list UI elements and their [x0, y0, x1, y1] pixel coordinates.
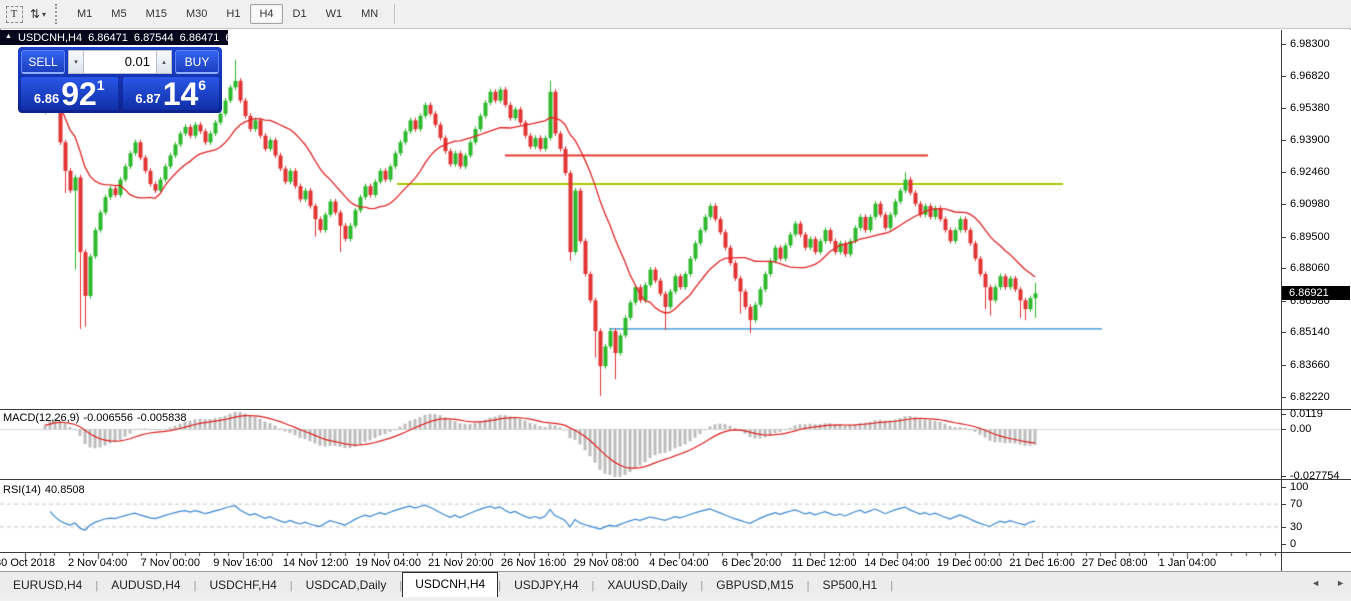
- timeframe-button-d1[interactable]: D1: [284, 4, 316, 24]
- time-axis-label: 21 Nov 20:00: [428, 557, 493, 569]
- time-axis-label: 6 Dec 20:00: [722, 557, 781, 569]
- timeframe-button-m1[interactable]: M1: [68, 4, 101, 24]
- chart-tab-sp500-h1[interactable]: SP500,H1: [810, 574, 891, 597]
- arrange-windows-button[interactable]: ⇅ ▾: [27, 4, 49, 24]
- volume-input[interactable]: 0.01: [84, 50, 156, 74]
- rsi-axis-label: 70: [1290, 498, 1302, 510]
- buy-price-prefix: 6.87: [135, 91, 160, 106]
- sell-price[interactable]: 6.86 92 1: [21, 77, 118, 110]
- price-axis-label: 6.95380: [1290, 102, 1330, 114]
- chart-title-bar: ▲ USDCNH,H4 6.86471 6.87544 6.86471 6.86…: [0, 30, 228, 45]
- chart-tab-gbpusd-m15[interactable]: GBPUSD,M15: [703, 574, 806, 597]
- timeframe-button-m5[interactable]: M5: [102, 4, 135, 24]
- timeframe-button-h4[interactable]: H4: [250, 4, 282, 24]
- volume-stepper: ▾ 0.01 ▴: [68, 50, 172, 74]
- price-axis-label: 6.93900: [1290, 134, 1330, 146]
- tab-scroll-left-button[interactable]: ◄: [1311, 578, 1320, 588]
- volume-increase-button[interactable]: ▴: [156, 50, 172, 74]
- timeframe-button-m15[interactable]: M15: [137, 4, 176, 24]
- time-axis-label: 11 Dec 12:00: [792, 557, 857, 569]
- tab-separator: |: [890, 580, 893, 597]
- time-axis-label: 29 Nov 08:00: [573, 557, 638, 569]
- chevron-down-icon: ▾: [42, 10, 46, 19]
- time-axis-label: 21 Dec 16:00: [1009, 557, 1074, 569]
- current-price-tag: 6.86921: [1282, 286, 1350, 300]
- pane-border-rsi-time: [0, 552, 1351, 553]
- time-axis-label: 1 Jan 04:00: [1159, 557, 1217, 569]
- time-axis-label: 27 Dec 08:00: [1082, 557, 1147, 569]
- chart-tab-audusd-h4[interactable]: AUDUSD,H4: [98, 574, 193, 597]
- collapse-panel-icon[interactable]: ▲: [5, 33, 12, 40]
- sell-price-sup: 1: [97, 77, 105, 93]
- rsi-label: RSI(14)40.8508: [3, 484, 89, 496]
- pane-border-macd-rsi[interactable]: [0, 479, 1351, 480]
- time-axis-label: 19 Nov 04:00: [356, 557, 421, 569]
- pane-border-main-macd[interactable]: [0, 409, 1351, 410]
- volume-decrease-button[interactable]: ▾: [68, 50, 84, 74]
- text-tool-icon: T: [6, 6, 23, 23]
- chart-tab-usdcad-daily[interactable]: USDCAD,Daily: [293, 574, 400, 597]
- tab-scroll-right-button[interactable]: ►: [1336, 578, 1345, 588]
- buy-price-big: 14: [163, 79, 199, 109]
- toolbar-grip[interactable]: [55, 4, 61, 24]
- ohlc-high: 6.87544: [134, 32, 174, 44]
- rsi-axis-label: 0: [1290, 538, 1296, 550]
- chart-tab-usdchf-h4[interactable]: USDCHF,H4: [196, 574, 289, 597]
- price-axis-label: 6.89500: [1290, 231, 1330, 243]
- price-axis-label: 6.83660: [1290, 359, 1330, 371]
- ohlc-open: 6.86471: [88, 32, 128, 44]
- timeframe-toolbar: M1M5M15M30H1H4D1W1MN: [68, 4, 387, 24]
- price-axis-label: 6.82220: [1290, 391, 1330, 403]
- price-axis-label: 6.92460: [1290, 166, 1330, 178]
- macd-axis-label: 0.00: [1290, 423, 1311, 435]
- sell-button[interactable]: SELL: [21, 50, 65, 74]
- time-axis-label: 26 Nov 16:00: [501, 557, 566, 569]
- time-axis-label: 14 Nov 12:00: [283, 557, 348, 569]
- time-axis-label: 14 Dec 04:00: [864, 557, 929, 569]
- time-axis-label: 7 Nov 00:00: [141, 557, 200, 569]
- toolbar-separator: [394, 4, 395, 24]
- arrange-icon: ⇅: [30, 7, 40, 21]
- sell-price-prefix: 6.86: [34, 91, 59, 106]
- time-axis-label: 19 Dec 00:00: [937, 557, 1002, 569]
- timeframe-button-mn[interactable]: MN: [352, 4, 387, 24]
- price-axis-label: 6.98300: [1290, 38, 1330, 50]
- tab-scroll-controls: ◄ ►: [1311, 578, 1345, 588]
- buy-price-sup: 6: [198, 77, 206, 93]
- chart-tab-usdcnh-h4[interactable]: USDCNH,H4: [402, 572, 498, 597]
- chart-tab-usdjpy-h4[interactable]: USDJPY,H4: [501, 574, 591, 597]
- chart-area: ▲ USDCNH,H4 6.86471 6.87544 6.86471 6.86…: [0, 30, 1351, 571]
- time-axis-label: 4 Dec 04:00: [649, 557, 708, 569]
- price-axis-label: 6.90980: [1290, 198, 1330, 210]
- price-axis-label: 6.85140: [1290, 326, 1330, 338]
- buy-button[interactable]: BUY: [175, 50, 219, 74]
- time-axis-label: 2 Nov 04:00: [68, 557, 127, 569]
- text-tool-button[interactable]: T: [3, 4, 25, 24]
- price-axis-label: 6.96820: [1290, 70, 1330, 82]
- top-toolbar: T ⇅ ▾ M1M5M15M30H1H4D1W1MN: [0, 0, 1351, 29]
- chart-tab-eurusd-h4[interactable]: EURUSD,H4: [0, 574, 95, 597]
- one-click-trading-panel: SELL ▾ 0.01 ▴ BUY 6.86 92 1 6.87 14 6: [18, 47, 222, 113]
- timeframe-button-m30[interactable]: M30: [177, 4, 216, 24]
- macd-label: MACD(12,26,9)-0.006556-0.005838: [3, 412, 191, 424]
- buy-price[interactable]: 6.87 14 6: [123, 77, 220, 110]
- ohlc-close: 6.86921: [225, 32, 265, 44]
- rsi-axis-label: 30: [1290, 521, 1302, 533]
- timeframe-button-h1[interactable]: H1: [217, 4, 249, 24]
- price-axis-border: [1281, 30, 1282, 571]
- ohlc-low: 6.86471: [180, 32, 220, 44]
- mt4-window: T ⇅ ▾ M1M5M15M30H1H4D1W1MN ▲ USDCNH,H4 6…: [0, 0, 1351, 601]
- chart-tab-xauusd-daily[interactable]: XAUUSD,Daily: [594, 574, 700, 597]
- chart-symbol-label: USDCNH,H4: [18, 32, 82, 44]
- chart-tab-bar: EURUSD,H4|AUDUSD,H4|USDCHF,H4|USDCAD,Dai…: [0, 571, 1351, 597]
- rsi-axis-label: 100: [1290, 481, 1308, 493]
- sell-price-big: 92: [61, 79, 97, 109]
- timeframe-button-w1[interactable]: W1: [317, 4, 352, 24]
- time-axis-label: 30 Oct 2018: [0, 557, 55, 569]
- price-axis-label: 6.88060: [1290, 262, 1330, 274]
- time-axis-label: 9 Nov 16:00: [213, 557, 272, 569]
